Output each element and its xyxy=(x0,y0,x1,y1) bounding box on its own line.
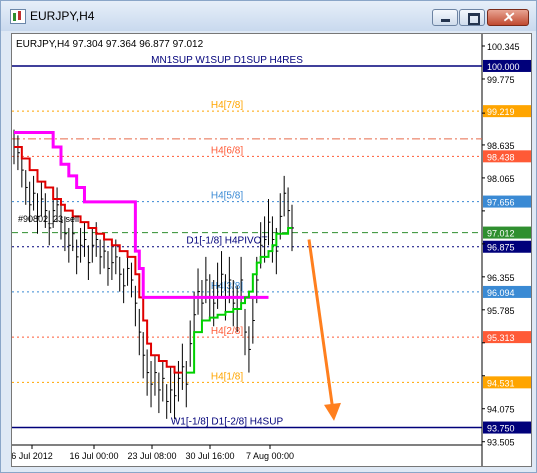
y-tick-label: 93.505 xyxy=(487,438,515,448)
x-tick-label: 7 Aug 00:00 xyxy=(246,451,294,461)
y-tick-label: 95.785 xyxy=(487,306,515,316)
y-tick-label: 96.355 xyxy=(487,273,515,283)
chart-canvas[interactable]: EURJPY,H4 97.304 97.364 96.877 97.012 MN… xyxy=(11,34,531,466)
level-label: H4[2/8] xyxy=(211,326,243,337)
close-icon: ✕ xyxy=(502,9,514,25)
x-tick-label: 23 Jul 08:00 xyxy=(127,451,176,461)
close-button[interactable]: ✕ xyxy=(487,9,529,26)
price-chart[interactable]: EURJPY,H4 97.304 97.364 96.877 97.012 MN… xyxy=(11,33,532,467)
level-price-tag-text: 96.875 xyxy=(487,243,515,253)
level-label: MN1SUP W1SUP D1SUP H4RES xyxy=(151,55,303,66)
level-label: H4[6/8] xyxy=(211,145,243,156)
level-price-tag-text: 100.000 xyxy=(487,62,520,72)
level-price-tag-text: 94.531 xyxy=(487,378,515,388)
level-price-tag-text: 96.094 xyxy=(487,288,515,298)
chart-window-icon xyxy=(10,9,26,24)
y-tick-label: 98.635 xyxy=(487,141,515,151)
indicator-line xyxy=(14,145,183,374)
level-label: H4[1/8] xyxy=(211,371,243,382)
level-label: W1[-1/8] D1[-2/8] H4SUP xyxy=(171,417,284,428)
chart-window: EURJPY,H4 ✕ EURJPY,H4 97.304 97.364 96.8… xyxy=(0,0,537,473)
minimize-button[interactable] xyxy=(432,9,458,26)
x-tick-label: 16 Jul 00:00 xyxy=(69,451,118,461)
level-price-tag-text: 98.438 xyxy=(487,152,515,162)
order-annotation: #90802_23 sell xyxy=(18,214,79,224)
level-price-tag-text: 99.219 xyxy=(487,107,515,117)
level-price-tag-text: 97.656 xyxy=(487,198,515,208)
y-tick-label: 94.075 xyxy=(487,405,515,415)
y-tick-label: 99.775 xyxy=(487,75,515,85)
level-label: D1[-1/8] H4PIVOT xyxy=(186,236,267,247)
window-title: EURJPY,H4 xyxy=(30,9,95,23)
y-tick-label: 100.345 xyxy=(487,42,520,52)
maximize-icon xyxy=(468,13,480,25)
level-label: H4[5/8] xyxy=(211,191,243,202)
level-label: H4[3/8] xyxy=(211,281,243,292)
forecast-arrow-shaft xyxy=(307,239,335,412)
level-price-tag-text: 95.313 xyxy=(487,333,515,343)
y-tick-label: 98.065 xyxy=(487,174,515,184)
level-label: H4[7/8] xyxy=(211,100,243,111)
forecast-arrow-head xyxy=(324,402,341,421)
x-tick-label: 30 Jul 16:00 xyxy=(185,451,234,461)
ohlc-label: EURJPY,H4 97.304 97.364 96.877 97.012 xyxy=(16,39,204,50)
maximize-button[interactable] xyxy=(459,9,485,26)
level-price-tag-text: 97.012 xyxy=(487,229,515,239)
title-bar[interactable]: EURJPY,H4 ✕ xyxy=(1,1,536,31)
minimize-icon xyxy=(441,19,450,22)
level-price-tag-text: 93.750 xyxy=(487,424,515,434)
x-tick-label: 6 Jul 2012 xyxy=(12,451,53,461)
